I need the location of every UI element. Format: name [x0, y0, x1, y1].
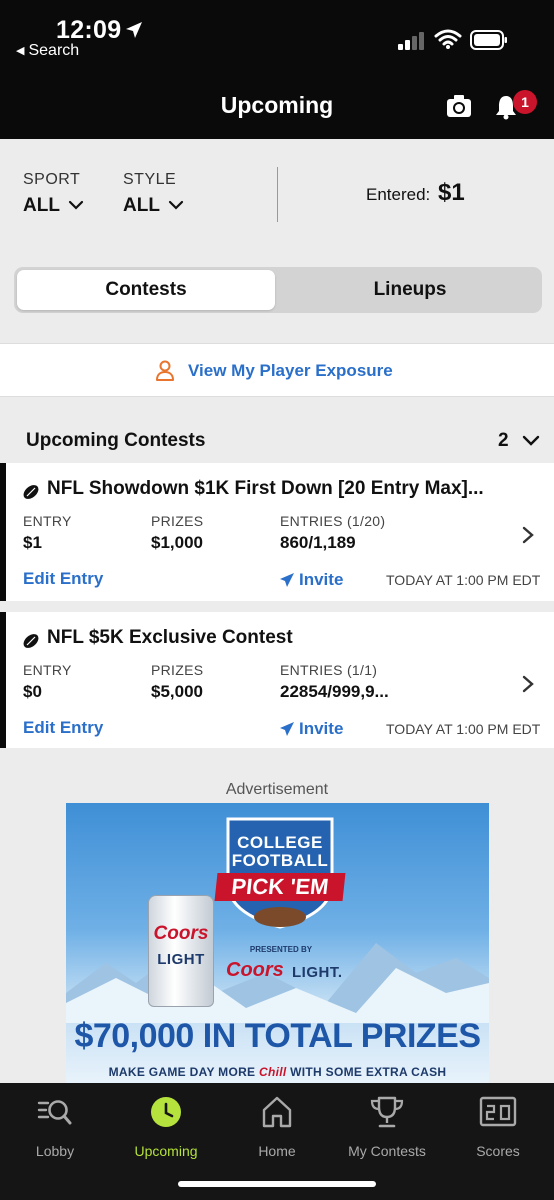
- ad-subline: MAKE GAME DAY MORE Chill WITH SOME EXTRA…: [66, 1065, 489, 1079]
- player-exposure-label: View My Player Exposure: [188, 361, 393, 380]
- lobby-search-icon: [37, 1100, 72, 1125]
- entry-label: ENTRY: [23, 662, 72, 678]
- entry-value: $0: [23, 682, 42, 701]
- advertisement-label: Advertisement: [225, 781, 329, 798]
- contest-card[interactable]: NFL Showdown $1K First Down [20 Entry Ma…: [0, 463, 554, 601]
- chevron-right-icon[interactable]: [521, 674, 535, 694]
- edit-entry-button[interactable]: Edit Entry: [23, 718, 103, 738]
- chevron-right-icon[interactable]: [521, 525, 535, 545]
- ad-sub-post: WITH SOME EXTRA CASH: [290, 1065, 447, 1079]
- ad-brand: Coors: [226, 959, 284, 981]
- tab-upcoming-label: Upcoming: [134, 1143, 198, 1159]
- contests-lineups-toggle: Contests Lineups: [14, 267, 542, 313]
- upcoming-contests-title: Upcoming Contests: [26, 430, 206, 451]
- upcoming-contests-count: 2: [498, 430, 509, 451]
- back-triangle-icon: ◀: [16, 45, 25, 57]
- entries-value: 860/1,189: [280, 533, 356, 552]
- player-exposure-link[interactable]: View My Player Exposure: [0, 343, 554, 397]
- invite-button[interactable]: Invite: [299, 719, 343, 739]
- ad-line-football: FOOTBALL: [231, 851, 329, 870]
- tab-my-contests-label: My Contests: [348, 1143, 426, 1159]
- entries-label: ENTRIES (1/1): [280, 662, 378, 678]
- entry-label: ENTRY: [23, 513, 72, 529]
- camera-icon[interactable]: [446, 94, 472, 118]
- prizes-label: PRIZES: [151, 513, 204, 529]
- home-icon: [262, 1096, 292, 1128]
- prizes-value: $5,000: [151, 682, 203, 701]
- tab-home-label: Home: [258, 1143, 296, 1159]
- entries-label: ENTRIES (1/20): [280, 513, 386, 529]
- style-filter-value[interactable]: ALL: [123, 195, 160, 217]
- advertisement-banner[interactable]: COLLEGE FOOTBALL PICK 'EM PRESENTED BY C…: [66, 803, 489, 1085]
- tab-upcoming[interactable]: Upcoming: [111, 1095, 221, 1159]
- status-time: 12:09: [56, 16, 122, 44]
- entry-value: $1: [23, 533, 42, 552]
- tab-lobby[interactable]: Lobby: [0, 1095, 110, 1159]
- football-icon: [23, 485, 39, 499]
- ad-presented-by: PRESENTED BY: [249, 945, 313, 954]
- style-chevron-down-icon[interactable]: [168, 199, 184, 211]
- contest-start-time: TODAY AT 1:00 PM EDT: [386, 721, 541, 737]
- filter-divider: [277, 167, 278, 222]
- contest-title: NFL Showdown $1K First Down [20 Entry Ma…: [47, 478, 484, 499]
- paper-plane-icon[interactable]: [279, 721, 295, 737]
- card-accent-bar: [0, 612, 6, 748]
- back-label: Search: [28, 42, 80, 59]
- sport-filter-label: SPORT: [23, 171, 81, 188]
- football-icon: [23, 634, 39, 648]
- tab-home[interactable]: Home: [222, 1095, 332, 1159]
- can-light: LIGHT: [157, 951, 205, 968]
- cell-signal-icon: [398, 32, 424, 50]
- top-header: 12:09 ◀ Search Upcoming 1: [0, 0, 554, 139]
- ad-brand-light: LIGHT.: [292, 964, 343, 981]
- contest-start-time: TODAY AT 1:00 PM EDT: [386, 572, 541, 588]
- edit-entry-button[interactable]: Edit Entry: [23, 569, 103, 589]
- tab-lobby-label: Lobby: [35, 1143, 75, 1159]
- entered-label: Entered:: [366, 185, 431, 204]
- scoreboard-icon: [479, 1096, 517, 1127]
- prizes-value: $1,000: [151, 533, 203, 552]
- battery-icon: [470, 30, 507, 50]
- notification-badge: 1: [513, 90, 537, 114]
- contest-card[interactable]: NFL $5K Exclusive Contest ENTRY $0 PRIZE…: [0, 612, 554, 748]
- ad-sub-chill: Chill: [259, 1065, 287, 1079]
- card-accent-bar: [0, 463, 6, 601]
- pickem-shield-logo: [226, 817, 334, 929]
- wifi-icon: [434, 29, 462, 49]
- home-indicator[interactable]: [178, 1181, 376, 1187]
- entered-value: $1: [438, 179, 465, 206]
- sport-chevron-down-icon[interactable]: [68, 199, 84, 211]
- sport-filter-value[interactable]: ALL: [23, 195, 60, 217]
- location-arrow-icon: [126, 22, 142, 38]
- invite-button[interactable]: Invite: [299, 570, 343, 590]
- paper-plane-icon[interactable]: [279, 572, 295, 588]
- entries-value: 22854/999,9...: [280, 682, 389, 701]
- ad-sub-pre: MAKE GAME DAY MORE: [108, 1065, 256, 1079]
- prizes-label: PRIZES: [151, 662, 204, 678]
- tab-scores[interactable]: Scores: [443, 1095, 553, 1159]
- tab-contests[interactable]: Contests: [17, 270, 275, 310]
- clock-icon: [151, 1097, 181, 1127]
- tab-lineups[interactable]: Lineups: [281, 270, 539, 310]
- ad-line-college: COLLEGE: [237, 833, 323, 852]
- trophy-icon: [370, 1096, 404, 1128]
- ad-line-pickem: PICK 'EM: [214, 873, 346, 901]
- style-filter-label: STYLE: [123, 171, 177, 188]
- tab-scores-label: Scores: [476, 1143, 520, 1159]
- can-brand: Coors: [153, 923, 209, 944]
- section-chevron-down-icon[interactable]: [521, 434, 541, 448]
- filters-bar: SPORT ALL STYLE ALL Entered: $1: [0, 139, 554, 243]
- ad-headline: $70,000 IN TOTAL PRIZES: [74, 1017, 481, 1055]
- tab-my-contests[interactable]: My Contests: [331, 1095, 443, 1159]
- back-to-search[interactable]: ◀ Search: [16, 42, 79, 60]
- person-icon: [156, 360, 174, 381]
- contest-title: NFL $5K Exclusive Contest: [47, 627, 293, 648]
